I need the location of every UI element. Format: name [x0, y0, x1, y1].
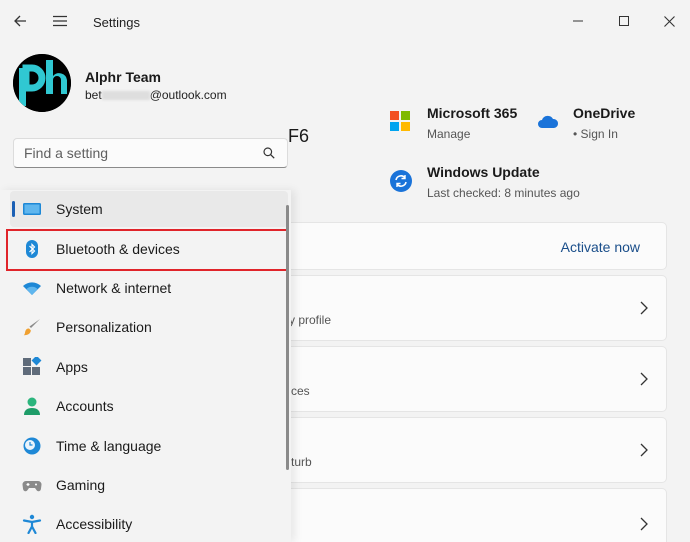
avatar[interactable]	[13, 54, 71, 112]
menu-button[interactable]	[44, 6, 76, 36]
sidebar-item-label: Network & internet	[56, 280, 172, 296]
accessibility-icon	[22, 514, 42, 534]
chevron-right-icon	[640, 372, 648, 386]
search-box[interactable]	[13, 138, 288, 168]
back-arrow-icon	[14, 15, 26, 27]
sidebar-item-label: Personalization	[56, 319, 152, 335]
microsoft-365-title: Microsoft 365	[427, 105, 518, 121]
sidebar-item-gaming[interactable]: Gaming	[10, 467, 288, 503]
close-button[interactable]	[653, 6, 685, 36]
window-title: Settings	[93, 15, 140, 30]
windows-update-status: Last checked: 8 minutes ago	[427, 186, 580, 200]
card-subtitle-fragment: y profile	[289, 313, 332, 327]
sidebar-item-apps[interactable]: Apps	[10, 349, 288, 385]
settings-card[interactable]: ces	[280, 346, 667, 412]
activation-card: Activate now	[280, 222, 667, 270]
alphr-logo-icon	[13, 54, 71, 112]
email-redaction	[101, 91, 150, 101]
profile-email: bet @outlook.com	[85, 88, 227, 102]
sidebar-item-label: Gaming	[56, 477, 106, 493]
sidebar-item-personalization[interactable]: Personalization	[10, 309, 288, 345]
sidebar-item-accessibility[interactable]: Accessibility	[10, 506, 288, 542]
brush-icon	[23, 319, 40, 336]
activate-now-button[interactable]: Activate now	[561, 239, 640, 255]
minimize-button[interactable]	[562, 6, 594, 36]
sidebar-scrollbar[interactable]	[286, 205, 289, 470]
microsoft-365-subtitle[interactable]: Manage	[427, 127, 470, 141]
sidebar-item-network[interactable]: Network & internet	[10, 270, 288, 306]
windows-update-icon	[390, 170, 412, 192]
system-icon	[23, 203, 41, 215]
card-subtitle-fragment: ces	[291, 384, 310, 398]
sidebar-item-label: Apps	[56, 359, 88, 375]
chevron-right-icon	[640, 443, 648, 457]
onedrive-signin[interactable]: • Sign In	[573, 127, 618, 141]
highlight-box	[6, 229, 288, 271]
email-domain: @outlook.com	[149, 88, 227, 102]
email-prefix: bet	[85, 88, 102, 102]
sidebar-item-label: System	[56, 201, 103, 217]
apps-icon	[23, 357, 42, 375]
windows-update-title: Windows Update	[427, 164, 540, 180]
maximize-icon	[619, 16, 629, 26]
hamburger-icon	[53, 15, 67, 27]
close-icon	[663, 15, 675, 27]
selection-indicator	[12, 201, 15, 217]
onedrive-cloud-icon	[538, 115, 559, 128]
title-bar: Settings	[0, 0, 690, 44]
maximize-button[interactable]	[608, 6, 640, 36]
back-button[interactable]	[4, 6, 36, 36]
settings-card[interactable]: turb	[280, 417, 667, 483]
microsoft-365-icon	[390, 111, 410, 131]
sidebar-item-system[interactable]: System	[10, 191, 288, 227]
wifi-icon	[23, 282, 41, 295]
chevron-right-icon	[640, 301, 648, 315]
sidebar-item-label: Accounts	[56, 398, 114, 414]
card-subtitle-fragment: turb	[291, 455, 312, 469]
settings-card[interactable]	[280, 488, 667, 542]
person-icon	[24, 397, 40, 415]
clock-globe-icon	[23, 437, 41, 455]
sidebar-item-label: Time & language	[56, 438, 162, 454]
settings-card[interactable]: y profile	[280, 275, 667, 341]
minimize-icon	[573, 20, 583, 22]
profile-name: Alphr Team	[85, 69, 161, 85]
sidebar-item-accounts[interactable]: Accounts	[10, 388, 288, 424]
search-icon[interactable]	[263, 147, 275, 159]
chevron-right-icon	[640, 517, 648, 531]
sidebar-item-label: Accessibility	[56, 516, 133, 532]
search-input[interactable]	[14, 139, 244, 167]
onedrive-title: OneDrive	[573, 105, 636, 121]
sidebar-item-time-language[interactable]: Time & language	[10, 428, 288, 464]
gamepad-icon	[22, 480, 42, 492]
device-name-fragment: F6	[288, 126, 310, 146]
